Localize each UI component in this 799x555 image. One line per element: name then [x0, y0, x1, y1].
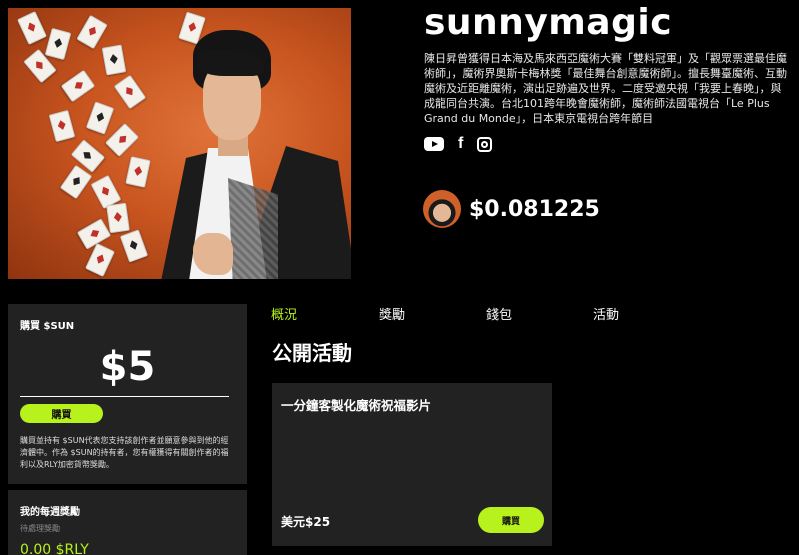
token-price: $0.081225 [469, 196, 600, 222]
activity-buy-button[interactable]: 購買 [478, 507, 544, 533]
rewards-subtitle: 待處理獎勵 [20, 524, 60, 533]
rewards-title: 我的每週獎勵 [20, 507, 80, 518]
youtube-icon[interactable] [424, 137, 444, 151]
tab-bar: 概況 獎勵 錢包 活動 [271, 304, 631, 323]
avatar [423, 190, 461, 228]
creator-hero-photo [8, 8, 351, 279]
creator-name: sunnymagic [424, 2, 673, 43]
rewards-value: 0.00 $RLY [20, 542, 89, 555]
buy-amount[interactable]: $5 [8, 344, 247, 390]
buy-button[interactable]: 購買 [20, 404, 103, 423]
social-links: f [424, 136, 493, 152]
facebook-icon[interactable]: f [458, 136, 463, 152]
token-price-row: $0.081225 [423, 190, 600, 228]
tab-rewards[interactable]: 獎勵 [379, 304, 405, 323]
divider [20, 396, 229, 397]
buy-panel-title: 購買 $SUN [20, 321, 75, 332]
creator-bio: 陳日昇曾獲得日本海及馬來西亞魔術大賽「雙料冠軍」及「觀眾票選最佳魔術師」，魔術界… [424, 52, 787, 125]
activity-title: 一分鐘客製化魔術祝福影片 [281, 398, 432, 413]
buy-description: 購買並持有 $SUN代表您支持該創作者並願意參與到他的經濟體中。作為 $SUN的… [20, 436, 229, 469]
instagram-icon[interactable] [477, 136, 493, 152]
buy-panel: 購買 $SUN $5 購買 購買並持有 $SUN代表您支持該創作者並願意參與到他… [8, 304, 247, 484]
tab-wallet[interactable]: 錢包 [486, 304, 512, 323]
activity-price: 美元$25 [281, 515, 331, 529]
tab-overview[interactable]: 概況 [271, 304, 297, 323]
activity-card: 一分鐘客製化魔術祝福影片 美元$25 購買 [272, 383, 552, 546]
tab-activities[interactable]: 活動 [593, 304, 619, 323]
section-title: 公開活動 [272, 341, 352, 365]
weekly-rewards-panel: 我的每週獎勵 待處理獎勵 0.00 $RLY [8, 490, 247, 555]
